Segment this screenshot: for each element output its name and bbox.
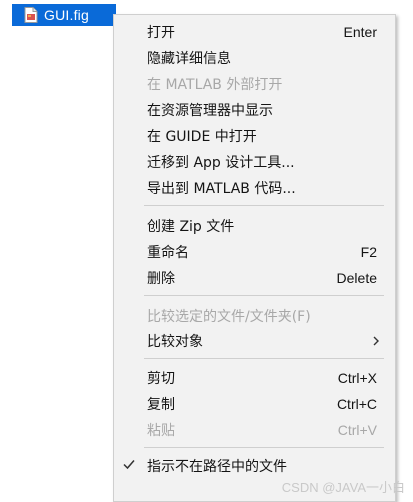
menu-item-shortcut: Ctrl+C — [336, 396, 377, 412]
menu-item-hide-details[interactable]: 隐藏详细信息 — [114, 45, 395, 71]
menu-item-shortcut: Ctrl+X — [337, 370, 377, 386]
menu-item-paste[interactable]: 粘贴 Ctrl+V — [114, 417, 395, 443]
menu-item-label: 打开 — [147, 25, 175, 41]
menu-item-rename[interactable]: 重命名 F2 — [114, 239, 395, 265]
file-name: GUI.fig — [44, 7, 89, 23]
menu-item-label: 导出到 MATLAB 代码... — [147, 181, 296, 197]
menu-item-shortcut: Delete — [336, 270, 377, 286]
selected-file-item[interactable]: GUI.fig — [12, 4, 116, 26]
fig-file-icon — [24, 7, 38, 23]
menu-item-label: 复制 — [147, 397, 175, 413]
menu-item-shortcut: Enter — [343, 24, 377, 40]
menu-item-open-in-guide[interactable]: 在 GUIDE 中打开 — [114, 123, 395, 149]
menu-item-label: 迁移到 App 设计工具... — [147, 155, 295, 171]
menu-item-open-outside-matlab[interactable]: 在 MATLAB 外部打开 — [114, 71, 395, 97]
menu-item-open[interactable]: 打开 Enter — [114, 19, 395, 45]
menu-item-copy[interactable]: 复制 Ctrl+C — [114, 391, 395, 417]
menu-item-shortcut: Ctrl+V — [337, 422, 377, 438]
menu-separator — [144, 295, 384, 296]
menu-item-delete[interactable]: 删除 Delete — [114, 265, 395, 291]
menu-item-label: 在 MATLAB 外部打开 — [147, 77, 283, 93]
screen: GUI.fig 打开 Enter 隐藏详细信息 在 MATLAB 外部打开 在资… — [0, 0, 413, 502]
menu-item-label: 重命名 — [147, 245, 189, 261]
menu-item-show-in-explorer[interactable]: 在资源管理器中显示 — [114, 97, 395, 123]
menu-separator — [144, 358, 384, 359]
menu-item-label: 指示不在路径中的文件 — [147, 459, 287, 475]
context-menu: 打开 Enter 隐藏详细信息 在 MATLAB 外部打开 在资源管理器中显示 … — [113, 14, 396, 502]
menu-item-label: 比较对象 — [147, 334, 203, 350]
menu-item-label: 粘贴 — [147, 423, 175, 439]
menu-item-indicate-files-not-on-path[interactable]: 指示不在路径中的文件 — [114, 453, 395, 479]
menu-item-compare-against[interactable]: 比较对象 — [114, 328, 395, 354]
menu-item-label: 比较选定的文件/文件夹(F) — [147, 309, 311, 325]
menu-separator — [144, 447, 384, 448]
menu-item-label: 在 GUIDE 中打开 — [147, 129, 257, 145]
menu-item-compare-selected[interactable]: 比较选定的文件/文件夹(F) — [114, 303, 395, 329]
watermark-text: CSDN @JAVA一小白 — [281, 480, 405, 495]
menu-item-migrate-to-app-designer[interactable]: 迁移到 App 设计工具... — [114, 149, 395, 175]
chevron-right-icon — [371, 334, 381, 348]
checkmark-icon — [122, 457, 136, 471]
menu-separator — [144, 205, 384, 206]
menu-item-label: 隐藏详细信息 — [147, 51, 231, 67]
menu-item-label: 剪切 — [147, 371, 175, 387]
menu-item-cut[interactable]: 剪切 Ctrl+X — [114, 365, 395, 391]
menu-item-label: 创建 Zip 文件 — [147, 219, 235, 235]
menu-item-label: 在资源管理器中显示 — [147, 103, 273, 119]
menu-item-label: 删除 — [147, 271, 175, 287]
menu-item-create-zip[interactable]: 创建 Zip 文件 — [114, 213, 395, 239]
menu-item-shortcut: F2 — [360, 244, 377, 260]
menu-item-export-to-matlab-code[interactable]: 导出到 MATLAB 代码... — [114, 175, 395, 201]
